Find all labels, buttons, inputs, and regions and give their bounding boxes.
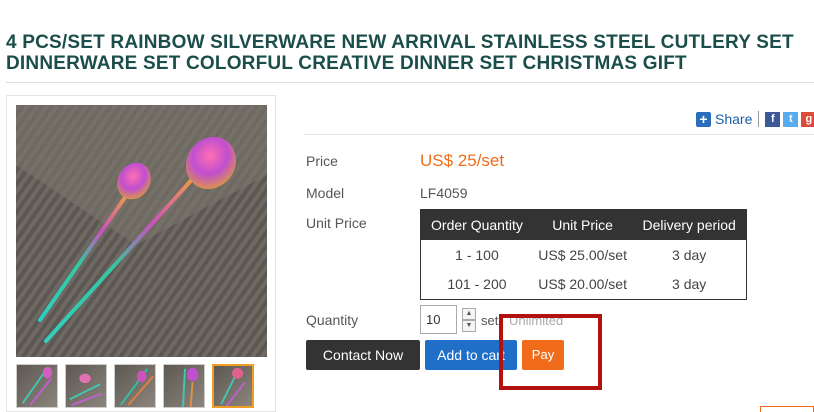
table-row: 1 - 100 US$ 25.00/set 3 day [421,240,747,270]
partial-button[interactable] [760,406,814,412]
thumbnail-5-selected[interactable] [212,364,254,408]
table-cell: 1 - 100 [455,246,499,263]
share-bar: + Share f t g [696,109,814,129]
quantity-label: Quantity [306,312,359,328]
quantity-unit: set [481,313,499,328]
contact-now-button[interactable]: Contact Now [306,340,420,370]
table-header: Delivery period [632,209,747,240]
price-label: Price [306,153,338,169]
model-value: LF4059 [420,185,468,201]
table-cell: US$ 25.00/set [538,246,627,263]
table-cell: 3 day [672,246,707,263]
table-row: 101 - 200 US$ 20.00/set 3 day [421,270,747,300]
info-divider [304,134,814,135]
thumbnail-3[interactable] [114,364,156,408]
quantity-input[interactable] [420,305,457,334]
price-tier-table: Order Quantity Unit Price Delivery perio… [420,209,747,300]
twitter-icon[interactable]: t [783,111,799,127]
thumbnail-1[interactable] [16,364,58,408]
title-divider [6,82,814,83]
table-header: Unit Price [532,209,633,240]
table-cell: US$ 20.00/set [538,276,627,293]
facebook-icon[interactable]: f [765,111,781,127]
share-plus-icon[interactable]: + [696,111,711,127]
unit-price-label: Unit Price [306,215,367,231]
stock-status: Unlimited [509,313,564,328]
share-separator [758,111,760,127]
table-cell: 3 day [672,276,707,293]
stepper-down-icon[interactable]: ▼ [462,320,476,332]
quantity-stepper: ▲ ▼ [462,308,476,332]
table-header: Order Quantity [420,209,533,240]
google-plus-icon[interactable]: g [801,111,814,127]
model-label: Model [306,185,345,201]
spoons-image [16,105,267,357]
table-header-row: Order Quantity Unit Price Delivery perio… [420,209,747,240]
thumbnail-4[interactable] [163,364,205,408]
product-gallery [6,95,276,412]
stepper-up-icon[interactable]: ▲ [462,308,476,320]
table-cell: 101 - 200 [447,276,507,293]
pay-button[interactable]: Pay [522,340,564,370]
add-to-cart-button[interactable]: Add to cart [425,340,517,370]
thumbnail-2[interactable] [65,364,107,408]
main-product-image[interactable] [16,105,267,357]
share-link[interactable]: Share [715,111,752,127]
product-title: 4 PCS/SET RAINBOW SILVERWARE NEW ARRIVAL… [6,32,794,74]
price-value: US$ 25/set [420,151,505,170]
